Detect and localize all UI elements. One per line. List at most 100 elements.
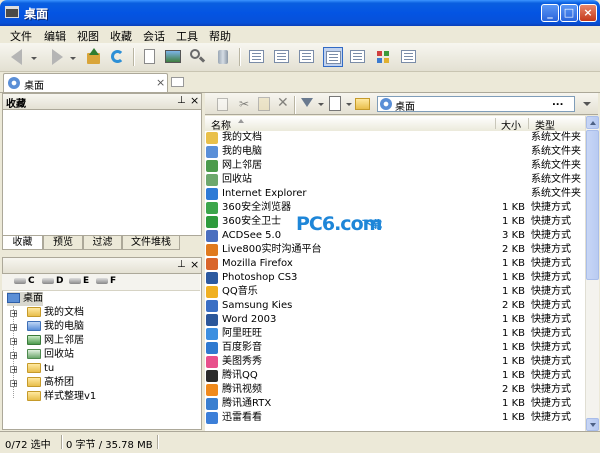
- file-row[interactable]: 我的文档 系统文件夹: [205, 131, 585, 145]
- tree-item[interactable]: 高桥团: [27, 376, 74, 390]
- menu-help[interactable]: 帮助: [209, 28, 231, 44]
- tree-item[interactable]: tu: [27, 362, 54, 376]
- file-row[interactable]: ACDSee 5.0 3 KB 快捷方式: [205, 229, 585, 243]
- file-row[interactable]: Internet Explorer 系统文件夹: [205, 187, 585, 201]
- file-row[interactable]: Samsung Kies 2 KB 快捷方式: [205, 299, 585, 313]
- tree-item[interactable]: 回收站: [27, 348, 74, 362]
- tree-expander[interactable]: +: [10, 310, 18, 318]
- tree-item[interactable]: 样式整理v1: [27, 390, 96, 404]
- drive-c[interactable]: C: [14, 276, 35, 286]
- file-row[interactable]: 腾讯视频 2 KB 快捷方式: [205, 383, 585, 397]
- file-row[interactable]: 腾讯QQ 1 KB 快捷方式: [205, 369, 585, 383]
- scroll-down-button[interactable]: [586, 418, 599, 431]
- file-row[interactable]: 百度影音 1 KB 快捷方式: [205, 341, 585, 355]
- file-row[interactable]: 阿里旺旺 1 KB 快捷方式: [205, 327, 585, 341]
- menu-file[interactable]: 文件: [10, 28, 32, 44]
- tree-pin-icon[interactable]: ⊥: [177, 259, 186, 270]
- forward-dropdown-icon[interactable]: [70, 57, 76, 60]
- filter-button[interactable]: [298, 94, 318, 114]
- drive-d[interactable]: D: [42, 276, 63, 286]
- tree-item[interactable]: 网上邻居: [27, 334, 84, 348]
- back-dropdown-icon[interactable]: [31, 57, 37, 60]
- new-file-button[interactable]: [140, 47, 160, 67]
- tree-expander[interactable]: +: [10, 380, 18, 388]
- tree-expander[interactable]: +: [10, 324, 18, 332]
- new-tab-icon: [171, 77, 184, 87]
- address-browse-button[interactable]: ...: [552, 97, 563, 108]
- image-button[interactable]: [163, 47, 183, 67]
- favorites-close-icon[interactable]: ×: [190, 94, 199, 107]
- new-tab-button[interactable]: [171, 76, 185, 88]
- tab-filter[interactable]: 过滤: [83, 236, 122, 250]
- tree-root-desktop[interactable]: 桌面: [7, 292, 43, 306]
- file-icon: [206, 230, 218, 242]
- tree-item[interactable]: 我的电脑: [27, 320, 84, 334]
- file-row[interactable]: Word 2003 1 KB 快捷方式: [205, 313, 585, 327]
- tree-expander[interactable]: +: [10, 366, 18, 374]
- scroll-up-button[interactable]: [586, 116, 599, 129]
- file-row[interactable]: QQ音乐 1 KB 快捷方式: [205, 285, 585, 299]
- file-row[interactable]: Photoshop CS3 1 KB 快捷方式: [205, 271, 585, 285]
- file-icon: [206, 216, 218, 228]
- cut-button[interactable]: ✂: [234, 94, 254, 114]
- view-tiles-button[interactable]: [348, 47, 368, 67]
- file-row[interactable]: 美图秀秀 1 KB 快捷方式: [205, 355, 585, 369]
- copy-button[interactable]: [213, 94, 233, 114]
- forward-button[interactable]: [46, 47, 66, 67]
- tree-item[interactable]: 我的文档: [27, 306, 84, 320]
- minimize-button[interactable]: _: [541, 4, 559, 22]
- trash-button[interactable]: [213, 47, 233, 67]
- close-button[interactable]: ×: [579, 4, 597, 22]
- search-button[interactable]: [187, 47, 207, 67]
- filter-dropdown-icon[interactable]: [318, 103, 324, 106]
- file-row[interactable]: 迅雷看看 1 KB 快捷方式: [205, 411, 585, 425]
- menu-session[interactable]: 会话: [143, 28, 165, 44]
- view-details-button[interactable]: [247, 47, 267, 67]
- file-row[interactable]: 回收站 系统文件夹: [205, 173, 585, 187]
- file-row[interactable]: 360安全浏览器 1 KB 快捷方式: [205, 201, 585, 215]
- delete-button[interactable]: ✕: [273, 94, 293, 114]
- drive-e[interactable]: E: [69, 276, 89, 286]
- tab-close-icon[interactable]: ×: [156, 76, 165, 89]
- tab-desktop[interactable]: 桌面 ×: [3, 73, 168, 92]
- file-row[interactable]: 我的电脑 系统文件夹: [205, 145, 585, 159]
- title-bar[interactable]: 桌面 _ □ ×: [0, 0, 600, 26]
- tab-favorites[interactable]: 收藏: [2, 236, 43, 250]
- file-row[interactable]: Mozilla Firefox 1 KB 快捷方式: [205, 257, 585, 271]
- back-button[interactable]: [9, 47, 29, 67]
- view-report-button[interactable]: [323, 47, 343, 67]
- pin-icon[interactable]: ⊥: [177, 95, 186, 106]
- vertical-scrollbar[interactable]: [585, 116, 599, 431]
- address-bar[interactable]: 桌面 ...: [377, 96, 575, 113]
- refresh-button[interactable]: [108, 47, 128, 67]
- view-small-icons-button[interactable]: [297, 47, 317, 67]
- view-filmstrip-button[interactable]: [399, 47, 419, 67]
- scroll-thumb[interactable]: [586, 130, 599, 280]
- new-folder-button[interactable]: [352, 94, 372, 114]
- tab-file-stack[interactable]: 文件堆栈: [122, 236, 180, 250]
- file-row[interactable]: 网上邻居 系统文件夹: [205, 159, 585, 173]
- view-thumbnails-button[interactable]: [374, 47, 394, 67]
- drive-f[interactable]: F: [96, 276, 116, 286]
- tree-expander[interactable]: +: [10, 338, 18, 346]
- maximize-button[interactable]: □: [560, 4, 578, 22]
- up-folder-button[interactable]: [84, 47, 104, 67]
- view-list-button[interactable]: [272, 47, 292, 67]
- menu-edit[interactable]: 编辑: [44, 28, 66, 44]
- paste-button[interactable]: [254, 94, 274, 114]
- file-row[interactable]: Live800实时沟通平台 2 KB 快捷方式: [205, 243, 585, 257]
- tree-expander[interactable]: +: [10, 352, 18, 360]
- file-row[interactable]: 360安全卫士 1 KB 快捷方式: [205, 215, 585, 229]
- column-name[interactable]: 名称: [211, 117, 231, 132]
- menu-view[interactable]: 视图: [77, 28, 99, 44]
- menu-tools[interactable]: 工具: [176, 28, 198, 44]
- new-item-button[interactable]: [325, 94, 345, 114]
- file-row[interactable]: 腾讯通RTX 1 KB 快捷方式: [205, 397, 585, 411]
- tab-preview[interactable]: 预览: [43, 236, 83, 250]
- recycle-bin-icon: [27, 349, 41, 359]
- address-dropdown-button[interactable]: [577, 96, 595, 112]
- menu-favorites[interactable]: 收藏: [110, 28, 132, 44]
- tree-close-icon[interactable]: ×: [190, 258, 199, 271]
- column-type[interactable]: 类型: [535, 117, 555, 132]
- column-size[interactable]: 大小: [501, 117, 521, 132]
